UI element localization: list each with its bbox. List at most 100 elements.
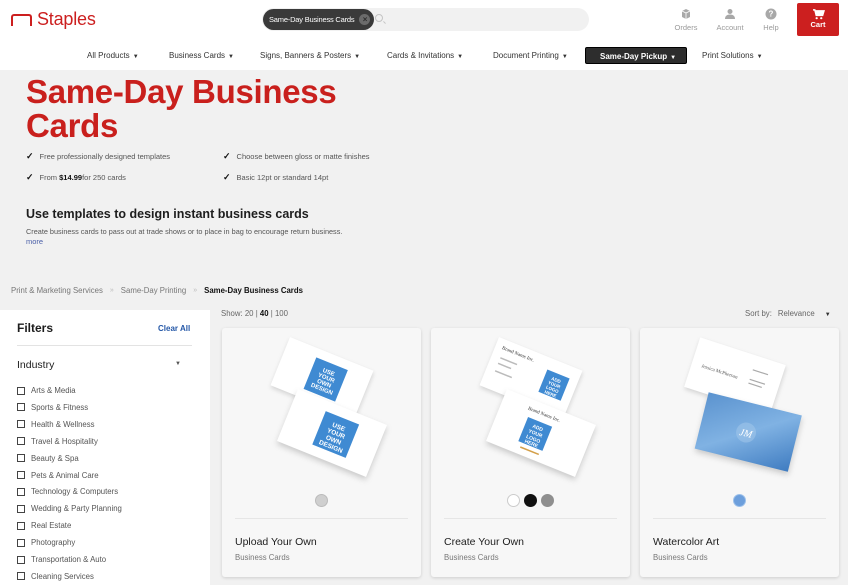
product-image: Brand Name Inc.ADDYOURLOGOHERE Brand Nam… [479,337,596,477]
divider [235,518,408,519]
feature-text: Basic 12pt or standard 14pt [236,173,329,182]
clear-all-link[interactable]: Clear All [158,324,190,333]
filter-checkbox[interactable] [17,437,25,446]
nav-print-solutions[interactable]: Print Solutions ▼ [702,47,763,64]
checkmark-icon: ✓ [26,151,34,161]
product-card[interactable]: Brand Name Inc. ADD YOUR LOGO HERE Brand Nam… [431,328,630,577]
breadcrumb-item[interactable]: Same-Day Printing [121,286,186,295]
filter-option[interactable]: Arts & Media [17,386,76,395]
nav-label: Business Cards [169,51,226,60]
industry-filter-heading[interactable]: Industry [17,359,54,371]
filter-checkbox[interactable] [17,487,25,496]
color-swatch[interactable] [507,494,520,507]
nav-document-printing[interactable]: Document Printing ▼ [493,47,568,64]
filter-checkbox[interactable] [17,538,25,547]
filter-option[interactable]: Sports & Fitness [17,403,88,412]
filter-option[interactable]: Cleaning Services [17,572,94,581]
show-option-40[interactable]: 40 [260,309,269,318]
filter-checkbox[interactable] [17,471,25,479]
help-button[interactable]: ? Help [760,8,782,32]
filter-option[interactable]: Beauty & Spa [17,454,79,463]
divider [653,518,826,519]
sort-dropdown[interactable]: Sort by: Relevance ▼ [745,309,831,318]
color-swatch[interactable] [733,494,746,507]
cart-icon [812,9,825,20]
filter-option-label: Transportation & Auto [31,555,107,564]
brand-name: Staples [37,9,96,29]
filter-option[interactable]: Travel & Hospitality [17,437,98,446]
filter-option[interactable]: Transportation & Auto [17,555,106,564]
checkmark-icon: ✓ [223,151,231,161]
filter-checkbox[interactable] [17,555,25,564]
filter-option-label: Health & Wellness [31,419,95,429]
product-name[interactable]: Watercolor Art [653,536,719,548]
filter-checkbox[interactable] [17,403,25,412]
filters-sidebar: Filters Clear All Industry ▼ Arts & Medi… [0,310,210,585]
nav-label: All Products [87,51,130,60]
show-option-20[interactable]: 20 [245,309,254,318]
product-name[interactable]: Upload Your Own [235,536,317,548]
feature-item: ✓ Choose between gloss or matte finishes [223,151,370,162]
product-image: Jessica McPherson JM [684,337,802,472]
filter-option[interactable]: Photography [17,538,75,547]
filter-option-label: Sports & Fitness [31,402,89,412]
filter-option[interactable]: Health & Wellness [17,420,95,429]
sort-label: Sort by: [745,309,772,318]
cart-label: Cart [810,20,826,29]
nav-cards-invitations[interactable]: Cards & Invitations ▼ [387,47,463,64]
breadcrumb-item[interactable]: Print & Marketing Services [11,286,103,295]
show-option-100[interactable]: 100 [275,309,288,318]
product-category: Business Cards [235,553,290,562]
chevron-down-icon: ▼ [756,54,763,60]
product-card[interactable]: USE YOUR OWN DESIGN USE YOUR OWN DESIGN Upload… [222,328,421,577]
filter-option[interactable]: Pets & Animal Care [17,471,99,480]
orders-button[interactable]: Orders [673,8,699,32]
chevron-down-icon: ▼ [561,54,568,60]
product-category: Business Cards [444,553,499,562]
search-chip-label: Same-Day Business Cards [269,15,355,24]
cart-button[interactable]: Cart [797,3,839,36]
chevron-down-icon: ▼ [457,54,464,60]
color-swatch[interactable] [524,494,537,507]
filter-checkbox[interactable] [17,454,25,463]
nav-same-day-pickup[interactable]: Same-Day Pickup ▼ [585,47,687,64]
show-label: Show: [221,309,243,318]
color-swatches [640,494,839,507]
checkmark-icon: ✓ [26,172,34,182]
feature-text: Free professionally designed templates [39,152,171,161]
product-card[interactable]: Jessica McPherson JM Watercolor Art Busi… [640,328,839,577]
breadcrumb-separator-icon: » [193,287,198,294]
filter-option[interactable]: Wedding & Party Planning [17,504,122,513]
nav-all-products[interactable]: All Products ▼ [87,47,139,64]
search-bar[interactable]: Same-Day Business Cards × [262,8,589,31]
color-swatch[interactable] [541,494,554,507]
account-button[interactable]: Account [714,8,746,32]
feature-item: ✓ Basic 12pt or standard 14pt [223,172,328,183]
color-swatch[interactable] [315,494,328,507]
product-category: Business Cards [653,553,708,562]
filter-checkbox[interactable] [17,521,25,530]
chevron-down-icon[interactable]: ▼ [175,361,181,367]
feature-text: for 250 cards [82,173,126,182]
filter-option[interactable]: Real Estate [17,521,71,530]
staples-logo[interactable]: Staples [11,9,96,30]
filter-option-label: Wedding & Party Planning [31,504,122,514]
search-icon[interactable] [375,14,383,22]
product-name[interactable]: Create Your Own [444,536,524,548]
chip-close-icon[interactable]: × [359,14,371,25]
nav-signs-banners-posters[interactable]: Signs, Banners & Posters ▼ [260,47,360,64]
filter-option[interactable]: Technology & Computers [17,487,118,496]
chevron-down-icon: ▼ [354,54,361,60]
filter-option-label: Real Estate [31,521,72,531]
divider [444,518,617,519]
filter-checkbox[interactable] [17,420,25,429]
filter-checkbox[interactable] [17,504,25,513]
nav-business-cards[interactable]: Business Cards ▼ [169,47,234,64]
filter-checkbox[interactable] [17,572,25,581]
filter-option-label: Beauty & Spa [31,453,79,463]
more-link[interactable]: more [26,237,43,246]
filter-checkbox[interactable] [17,386,25,395]
search-chip[interactable]: Same-Day Business Cards × [263,9,375,30]
chevron-down-icon: ▼ [670,55,677,61]
filter-option-label: Photography [31,538,76,548]
